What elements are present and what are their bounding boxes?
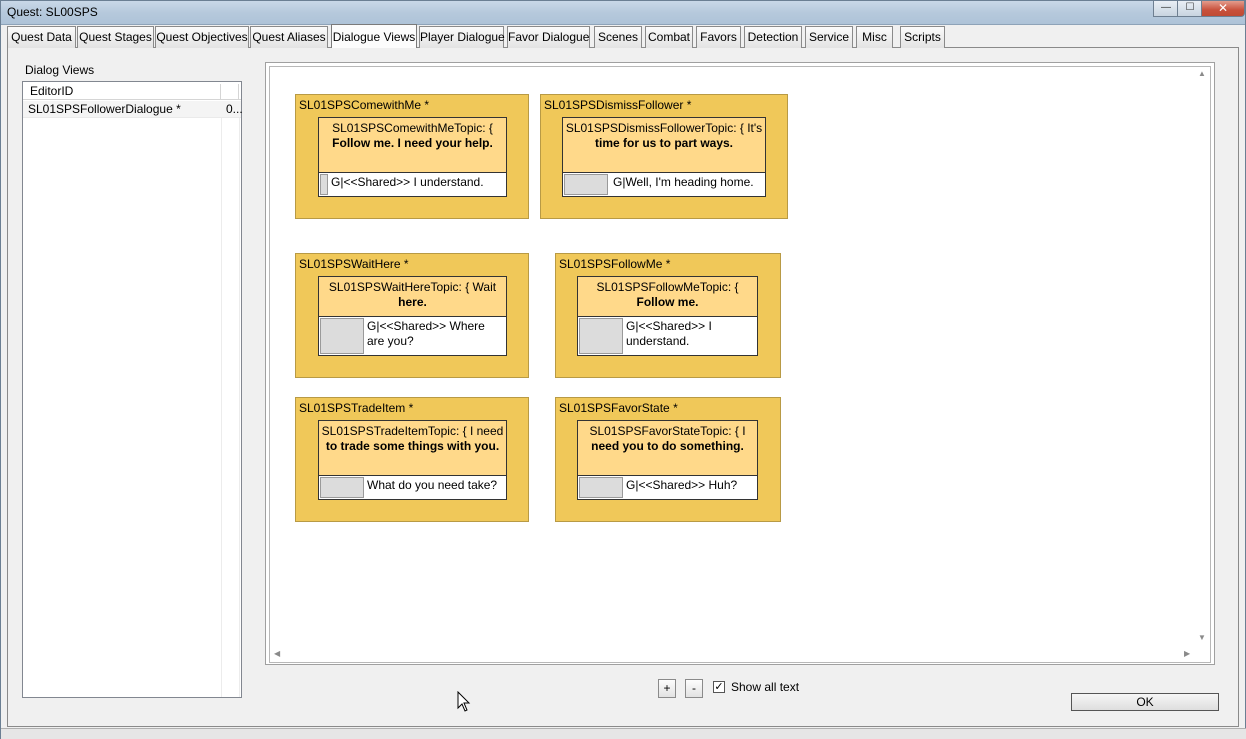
topic-box[interactable]: SL01SPSFavorStateTopic: { I need you to … (577, 420, 758, 500)
close-button[interactable]: ✕ (1201, 1, 1245, 17)
topic-box[interactable]: SL01SPSWaitHereTopic: { Wait here. G|<<S… (318, 276, 507, 356)
response-indicator (579, 318, 623, 354)
tab-quest-data[interactable]: Quest Data (7, 26, 76, 48)
response-row[interactable]: G|<<Shared>> I understand. (578, 316, 757, 355)
tab-dialogue-views[interactable]: Dialogue Views (331, 24, 417, 48)
topic-name: SL01SPSFavorStateTopic: { I (589, 424, 746, 438)
response-text: G|<<Shared>> I understand. (331, 175, 484, 189)
topic-text: SL01SPSTradeItemTopic: { I need to trade… (319, 424, 506, 454)
response-text: G|<<Shared>> I understand. (626, 319, 712, 348)
scroll-up-arrow-icon[interactable]: ▲ (1198, 69, 1206, 78)
quest-window: Quest: SL00SPS — ☐ ✕ Quest Data Quest St… (0, 0, 1246, 739)
response-text: G|<<Shared>> Huh? (626, 478, 738, 492)
topic-box[interactable]: SL01SPSComewithMeTopic: { Follow me. I n… (318, 117, 507, 197)
dialogue-view-canvas[interactable]: SL01SPSComewithMe * SL01SPSComewithMeTop… (269, 66, 1211, 663)
dialogue-branch-node[interactable]: SL01SPSFavorState * SL01SPSFavorStateTop… (555, 397, 781, 522)
topic-name: SL01SPSWaitHereTopic: { Wait (328, 280, 497, 294)
response-indicator (320, 477, 364, 498)
list-item[interactable]: SL01SPSFollowerDialogue * 0... (23, 101, 243, 118)
topic-text: SL01SPSComewithMeTopic: { Follow me. I n… (319, 121, 506, 151)
response-row[interactable]: G|<<Shared>> Where are you? (319, 316, 506, 355)
vertical-scrollbar[interactable]: ▲ ▼ (1193, 67, 1210, 647)
tab-favors[interactable]: Favors (696, 26, 741, 48)
response-indicator (320, 318, 364, 354)
ok-button[interactable]: OK (1071, 693, 1219, 711)
tab-detection[interactable]: Detection (744, 26, 802, 48)
tab-quest-objectives[interactable]: Quest Objectives (155, 26, 249, 48)
dialogue-branch-node[interactable]: SL01SPSWaitHere * SL01SPSWaitHereTopic: … (295, 253, 529, 378)
tab-quest-aliases[interactable]: Quest Aliases (250, 26, 328, 48)
branch-title: SL01SPSFavorState * (559, 401, 678, 415)
branch-title: SL01SPSWaitHere * (299, 257, 409, 271)
scroll-down-arrow-icon[interactable]: ▼ (1198, 633, 1206, 642)
topic-name: SL01SPSFollowMeTopic: { (596, 280, 739, 294)
column-header-second[interactable] (223, 84, 239, 99)
topic-prompt: here. (398, 295, 427, 309)
topic-prompt: to trade some things with you. (325, 439, 500, 453)
mouse-cursor-icon (457, 691, 471, 712)
show-all-text-checkbox[interactable]: ✓ (713, 681, 725, 693)
dialogue-branch-node[interactable]: SL01SPSComewithMe * SL01SPSComewithMeTop… (295, 94, 529, 219)
response-row[interactable]: G|Well, I'm heading home. (563, 172, 765, 196)
list-item-value: 0... (226, 102, 243, 116)
minimize-button[interactable]: — (1153, 1, 1179, 17)
tab-scripts[interactable]: Scripts (900, 26, 945, 48)
topic-prompt: Follow me. (636, 295, 699, 309)
topic-text: SL01SPSDismissFollowerTopic: { It's time… (563, 121, 765, 151)
tab-quest-stages[interactable]: Quest Stages (77, 26, 154, 48)
list-header: EditorID (23, 82, 241, 100)
topic-name: SL01SPSDismissFollowerTopic: { It's (565, 121, 763, 135)
topic-text: SL01SPSFavorStateTopic: { I need you to … (578, 424, 757, 454)
response-indicator (579, 477, 623, 498)
zoom-in-button[interactable]: + (658, 679, 676, 698)
show-all-text-label[interactable]: Show all text (731, 680, 799, 694)
tab-scenes[interactable]: Scenes (594, 26, 642, 48)
topic-text: SL01SPSWaitHereTopic: { Wait here. (319, 280, 506, 310)
topic-box[interactable]: SL01SPSTradeItemTopic: { I need to trade… (318, 420, 507, 500)
topic-prompt: need you to do something. (591, 439, 744, 453)
response-indicator (564, 174, 608, 195)
topic-box[interactable]: SL01SPSFollowMeTopic: { Follow me. G|<<S… (577, 276, 758, 356)
dialogue-branch-node[interactable]: SL01SPSFollowMe * SL01SPSFollowMeTopic: … (555, 253, 781, 378)
branch-title: SL01SPSFollowMe * (559, 257, 671, 271)
tab-favor-dialogue[interactable]: Favor Dialogue (507, 26, 590, 48)
window-bottom-edge (1, 728, 1246, 739)
column-header-editorid[interactable]: EditorID (25, 84, 221, 99)
tab-misc[interactable]: Misc (856, 26, 893, 48)
topic-name: SL01SPSComewithMeTopic: { (332, 121, 493, 135)
branch-title: SL01SPSTradeItem * (299, 401, 414, 415)
title-bar[interactable]: Quest: SL00SPS — ☐ ✕ (1, 1, 1245, 25)
response-row[interactable]: What do you need take? (319, 475, 506, 499)
scroll-left-arrow-icon[interactable]: ◀ (274, 649, 280, 658)
tab-player-dialogue[interactable]: Player Dialogue (419, 26, 505, 48)
dialogue-branch-node[interactable]: SL01SPSTradeItem * SL01SPSTradeItemTopic… (295, 397, 529, 522)
topic-prompt: time for us to part ways. (594, 136, 734, 150)
topic-name: SL01SPSTradeItemTopic: { I need (321, 424, 504, 438)
horizontal-scrollbar[interactable]: ◀ ▶ (270, 645, 1195, 662)
dialogue-view-canvas-frame: SL01SPSComewithMe * SL01SPSComewithMeTop… (265, 62, 1215, 665)
branch-title: SL01SPSComewithMe * (299, 98, 430, 112)
topic-prompt: Follow me. I need your help. (332, 136, 493, 150)
response-row[interactable]: G|<<Shared>> Huh? (578, 475, 757, 499)
response-text: What do you need take? (367, 478, 498, 492)
topic-box[interactable]: SL01SPSDismissFollowerTopic: { It's time… (562, 117, 766, 197)
dialog-views-list[interactable]: EditorID SL01SPSFollowerDialogue * 0... (22, 81, 243, 698)
dialogue-branch-node[interactable]: SL01SPSDismissFollower * SL01SPSDismissF… (540, 94, 788, 219)
response-text: G|<<Shared>> Where are you? (367, 319, 485, 348)
list-item-editorid: SL01SPSFollowerDialogue * (28, 102, 181, 116)
zoom-out-button[interactable]: - (685, 679, 703, 698)
response-text: G|Well, I'm heading home. (613, 175, 754, 189)
topic-text: SL01SPSFollowMeTopic: { Follow me. (578, 280, 757, 310)
response-row[interactable]: G|<<Shared>> I understand. (319, 172, 506, 196)
dialog-views-label: Dialog Views (25, 63, 95, 77)
maximize-button[interactable]: ☐ (1177, 1, 1203, 17)
branch-title: SL01SPSDismissFollower * (544, 98, 692, 112)
response-indicator (320, 174, 328, 195)
column-divider (239, 101, 240, 697)
window-title: Quest: SL00SPS (7, 5, 98, 19)
tab-combat[interactable]: Combat (645, 26, 693, 48)
column-divider (221, 101, 222, 697)
scroll-right-arrow-icon[interactable]: ▶ (1184, 649, 1190, 658)
tab-service[interactable]: Service (805, 26, 853, 48)
